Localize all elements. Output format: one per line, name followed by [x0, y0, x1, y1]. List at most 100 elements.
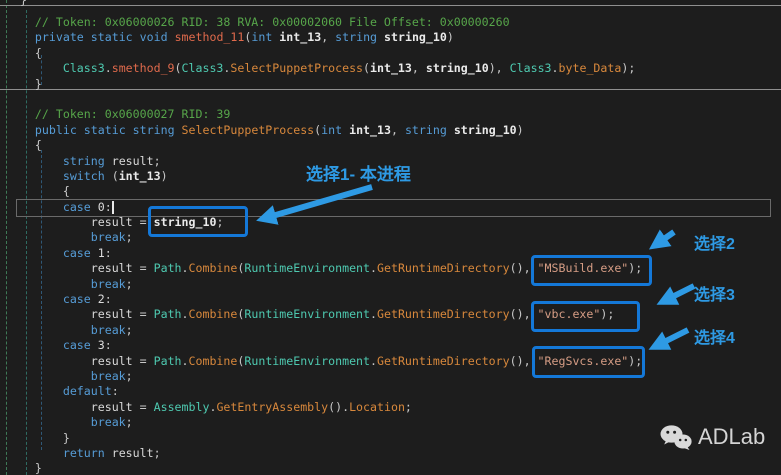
- code-token[interactable]: break: [91, 369, 126, 383]
- code-token[interactable]: [7, 354, 91, 368]
- code-token[interactable]: Path: [154, 307, 182, 321]
- code-line[interactable]: [7, 92, 642, 107]
- code-token[interactable]: int_13: [349, 123, 391, 137]
- code-line[interactable]: return result;: [7, 446, 642, 461]
- code-token[interactable]: string: [133, 123, 175, 137]
- code-token[interactable]: =: [133, 261, 154, 275]
- code-token[interactable]: [377, 30, 384, 44]
- code-line[interactable]: result = Assembly.GetEntryAssembly().Loc…: [7, 400, 642, 415]
- code-token[interactable]: [105, 154, 112, 168]
- code-line[interactable]: public static string SelectPuppetProcess…: [7, 123, 642, 138]
- code-token[interactable]: );: [621, 61, 635, 75]
- code-line[interactable]: {: [7, 138, 642, 153]
- code-token[interactable]: [7, 261, 91, 275]
- code-token[interactable]: {: [7, 46, 42, 60]
- code-token[interactable]: [447, 123, 454, 137]
- code-token[interactable]: string: [405, 123, 447, 137]
- code-token[interactable]: }: [7, 431, 70, 445]
- code-token[interactable]: int_13: [279, 30, 321, 44]
- code-token[interactable]: smethod_9: [112, 61, 175, 75]
- code-token[interactable]: 0: [98, 200, 105, 214]
- code-token[interactable]: ): [517, 123, 524, 137]
- code-lines[interactable]: // Token: 0x06000026 RID: 38 RVA: 0x0000…: [7, 15, 642, 475]
- code-token[interactable]: (: [363, 61, 370, 75]
- code-token[interactable]: :: [105, 246, 112, 260]
- code-token[interactable]: [7, 30, 35, 44]
- code-token[interactable]: Combine: [189, 354, 238, 368]
- code-token[interactable]: [7, 307, 91, 321]
- code-token[interactable]: [91, 246, 98, 260]
- code-line[interactable]: }: [7, 431, 642, 446]
- code-token[interactable]: break: [91, 323, 126, 337]
- code-token[interactable]: [84, 30, 91, 44]
- code-token[interactable]: Combine: [189, 261, 238, 275]
- code-token[interactable]: :: [105, 338, 112, 352]
- code-token[interactable]: result: [91, 400, 133, 414]
- code-token[interactable]: static: [84, 123, 126, 137]
- code-token[interactable]: ,: [391, 123, 405, 137]
- code-token[interactable]: result: [91, 215, 133, 229]
- code-token[interactable]: {: [7, 184, 70, 198]
- code-line[interactable]: {: [7, 184, 642, 199]
- code-token[interactable]: :: [105, 200, 112, 214]
- code-token[interactable]: default: [63, 384, 112, 398]
- code-token[interactable]: [7, 446, 63, 460]
- code-token[interactable]: {: [7, 138, 42, 152]
- code-token[interactable]: string: [63, 154, 105, 168]
- code-token[interactable]: string: [335, 30, 377, 44]
- code-token[interactable]: return: [63, 446, 105, 460]
- code-token[interactable]: break: [91, 415, 126, 429]
- code-token[interactable]: ): [161, 169, 168, 183]
- code-token[interactable]: [7, 277, 91, 291]
- code-line[interactable]: default:: [7, 384, 642, 399]
- code-token[interactable]: [7, 369, 91, 383]
- code-token[interactable]: Path: [154, 261, 182, 275]
- code-token[interactable]: Combine: [189, 307, 238, 321]
- code-token[interactable]: byte_Data: [559, 61, 622, 75]
- code-token[interactable]: private: [35, 30, 84, 44]
- code-token[interactable]: 2: [98, 292, 105, 306]
- code-token[interactable]: [7, 215, 91, 229]
- code-token[interactable]: [7, 384, 63, 398]
- code-token[interactable]: [175, 123, 182, 137]
- code-token[interactable]: void: [140, 30, 168, 44]
- code-token[interactable]: switch: [63, 169, 105, 183]
- code-token[interactable]: Location: [349, 400, 405, 414]
- code-token[interactable]: [7, 169, 63, 183]
- code-token[interactable]: RuntimeEnvironment: [244, 307, 370, 321]
- code-token[interactable]: string_10: [454, 123, 517, 137]
- code-token[interactable]: ;: [154, 446, 161, 460]
- code-line[interactable]: // Token: 0x06000027 RID: 39: [7, 107, 642, 122]
- code-token[interactable]: SelectPuppetProcess: [230, 61, 363, 75]
- code-token[interactable]: case: [63, 246, 91, 260]
- code-token[interactable]: GetEntryAssembly: [216, 400, 328, 414]
- code-token[interactable]: ),: [489, 61, 510, 75]
- code-token[interactable]: 1: [98, 246, 105, 260]
- code-token[interactable]: =: [133, 307, 154, 321]
- code-token[interactable]: [168, 30, 175, 44]
- code-token[interactable]: [7, 200, 63, 214]
- code-token[interactable]: }: [7, 461, 42, 475]
- code-token[interactable]: Class3: [182, 61, 224, 75]
- code-token[interactable]: result: [91, 261, 133, 275]
- code-token[interactable]: [7, 61, 63, 75]
- code-token[interactable]: .: [370, 307, 377, 321]
- code-token[interactable]: :: [112, 384, 119, 398]
- code-token[interactable]: ;: [126, 369, 133, 383]
- code-token[interactable]: ;: [405, 400, 412, 414]
- code-line[interactable]: case 0:: [7, 200, 642, 215]
- code-token[interactable]: result: [112, 154, 154, 168]
- code-token[interactable]: ,: [412, 61, 426, 75]
- code-token[interactable]: int_13: [370, 61, 412, 75]
- code-token[interactable]: 3: [98, 338, 105, 352]
- code-token[interactable]: SelectPuppetProcess: [182, 123, 315, 137]
- code-token[interactable]: [133, 30, 140, 44]
- code-token[interactable]: smethod_11: [175, 30, 245, 44]
- code-token[interactable]: [7, 230, 91, 244]
- code-line[interactable]: Class3.smethod_9(Class3.SelectPuppetProc…: [7, 61, 642, 76]
- code-line[interactable]: private static void smethod_11(int int_1…: [7, 30, 642, 45]
- code-token[interactable]: public: [35, 123, 77, 137]
- code-token[interactable]: =: [133, 354, 154, 368]
- code-token[interactable]: [7, 292, 63, 306]
- code-token[interactable]: ;: [126, 323, 133, 337]
